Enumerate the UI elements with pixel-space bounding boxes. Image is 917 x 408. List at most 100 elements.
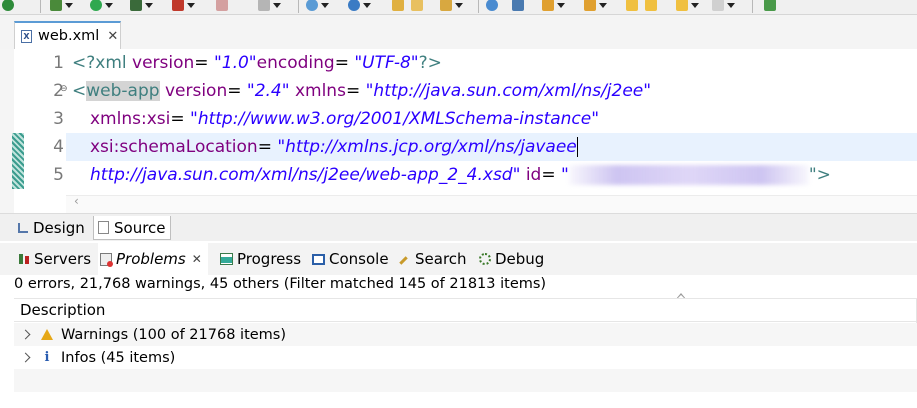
design-icon bbox=[18, 223, 28, 233]
tab-console[interactable]: Console bbox=[312, 243, 389, 275]
xml-file-icon: X bbox=[21, 29, 32, 43]
code-line-2: <web-app version= "2.4" xmlns= "http://j… bbox=[72, 77, 651, 105]
tab-progress[interactable]: Progress bbox=[220, 243, 301, 275]
chevron-down-icon[interactable] bbox=[105, 2, 113, 8]
code-line-1: <?xml version= "1.0"encoding= "UTF-8"?> bbox=[72, 49, 442, 77]
fold-collapse-icon[interactable]: ⊖ bbox=[60, 84, 68, 94]
chevron-down-icon[interactable] bbox=[187, 2, 195, 8]
run-icon bbox=[90, 0, 102, 11]
refresh-icon[interactable] bbox=[2, 0, 14, 11]
search-tool[interactable] bbox=[440, 0, 463, 13]
editor-tab-web-xml[interactable]: X web.xml ✕ bbox=[14, 21, 121, 49]
annotation-prev[interactable] bbox=[584, 0, 607, 13]
pin-tool[interactable] bbox=[512, 0, 524, 13]
tab-debug[interactable]: Debug bbox=[479, 243, 544, 275]
tab-design[interactable]: Design bbox=[14, 216, 89, 240]
attr-value: "1.0" bbox=[213, 53, 257, 73]
main-toolbar bbox=[0, 0, 917, 15]
problems-summary: 0 errors, 21,768 warnings, 45 others (Fi… bbox=[14, 276, 547, 292]
problems-panel: Servers Problems ✕ Progress Console Sear… bbox=[0, 243, 917, 408]
stop-tool[interactable] bbox=[216, 0, 228, 13]
debug-tool[interactable] bbox=[50, 0, 73, 13]
line-number: 5 bbox=[53, 165, 64, 185]
prev-annotation-icon bbox=[584, 0, 596, 11]
tab-console-label: Console bbox=[329, 250, 389, 268]
forward-arrow-icon bbox=[645, 0, 657, 11]
history-back[interactable] bbox=[676, 0, 699, 13]
toolbar-separator bbox=[478, 0, 479, 13]
chevron-down-icon[interactable] bbox=[273, 2, 281, 8]
tab-problems[interactable]: Problems ✕ bbox=[98, 243, 208, 275]
run-tool[interactable] bbox=[90, 0, 113, 13]
equals: = bbox=[541, 165, 556, 185]
toolbar-group-run[interactable] bbox=[2, 0, 14, 13]
flashlight-icon bbox=[440, 0, 452, 11]
forward-arrow-icon bbox=[712, 0, 724, 11]
equals: = bbox=[170, 109, 185, 129]
next-annotation-icon bbox=[542, 0, 554, 11]
new-class-icon bbox=[306, 0, 318, 11]
close-icon[interactable]: ✕ bbox=[107, 29, 118, 44]
open-type-tool[interactable] bbox=[392, 0, 423, 13]
line-number: 1 bbox=[53, 53, 64, 73]
attr-name: xmlns:xsi bbox=[90, 109, 171, 129]
line-number: 3 bbox=[53, 109, 64, 129]
tab-search-label: Search bbox=[415, 250, 467, 268]
attr-value: "2.4" bbox=[246, 81, 290, 101]
attr-name: version bbox=[132, 53, 195, 73]
coverage-icon bbox=[130, 0, 142, 11]
code-line-3: xmlns:xsi= "http://www.w3.org/2001/XMLSc… bbox=[90, 105, 599, 133]
equals: = bbox=[345, 81, 361, 101]
history-forward[interactable] bbox=[712, 0, 735, 13]
globe-icon bbox=[486, 0, 498, 11]
chevron-down-icon[interactable] bbox=[321, 2, 329, 8]
equals: = bbox=[334, 53, 349, 73]
row-label: Infos (45 items) bbox=[61, 349, 176, 366]
warning-icon bbox=[41, 329, 53, 340]
chevron-right-icon[interactable] bbox=[20, 329, 31, 340]
chevron-down-icon[interactable] bbox=[599, 2, 607, 8]
problem-category-warnings[interactable]: Warnings (100 of 21768 items) bbox=[14, 323, 917, 346]
external-tools[interactable] bbox=[172, 0, 195, 13]
chevron-down-icon[interactable] bbox=[455, 2, 463, 8]
xml-editor[interactable]: 1 2 3 4 5 ⊖ <?xml version= "1.0"encoding… bbox=[0, 49, 917, 213]
globe-tool[interactable] bbox=[486, 0, 498, 13]
editor-tabbar: X web.xml ✕ bbox=[0, 15, 917, 49]
external-tools-icon bbox=[172, 0, 184, 11]
column-header-description[interactable]: Description bbox=[14, 298, 917, 323]
close-icon[interactable]: ✕ bbox=[192, 252, 202, 266]
tab-design-label: Design bbox=[33, 219, 85, 237]
horizontal-scrollbar[interactable]: ‹ bbox=[66, 194, 917, 213]
debug-icon bbox=[479, 253, 491, 265]
chevron-left-icon[interactable]: ‹ bbox=[74, 194, 79, 208]
editor-mode-tabs: Design Source bbox=[0, 213, 917, 241]
chevron-down-icon[interactable] bbox=[363, 2, 371, 8]
deploy-tool[interactable] bbox=[258, 0, 281, 13]
annotation-next[interactable] bbox=[542, 0, 565, 13]
chevron-down-icon[interactable] bbox=[691, 2, 699, 8]
chevron-down-icon[interactable] bbox=[557, 2, 565, 8]
editor-tab-label: web.xml bbox=[38, 28, 100, 44]
chevron-down-icon[interactable] bbox=[727, 2, 735, 8]
progress-icon bbox=[220, 253, 233, 265]
folder-icon bbox=[392, 0, 404, 11]
open-perspective[interactable] bbox=[764, 0, 776, 13]
chevron-down-icon[interactable] bbox=[65, 2, 73, 8]
chevron-down-icon[interactable] bbox=[145, 2, 153, 8]
tag-name: web-app bbox=[86, 81, 160, 101]
coverage-tool[interactable] bbox=[130, 0, 153, 13]
tab-search[interactable]: Search bbox=[398, 243, 467, 275]
tab-problems-label: Problems bbox=[116, 250, 186, 268]
info-icon: i bbox=[44, 350, 50, 365]
folder-open-icon bbox=[411, 0, 423, 11]
new-web-tool[interactable] bbox=[348, 0, 371, 13]
problem-category-infos[interactable]: i Infos (45 items) bbox=[14, 346, 917, 369]
tab-servers[interactable]: Servers bbox=[18, 243, 91, 275]
perspective-icon bbox=[764, 0, 776, 11]
new-java-tool[interactable] bbox=[306, 0, 329, 13]
back-tool[interactable] bbox=[626, 0, 657, 13]
chevron-right-icon[interactable] bbox=[20, 352, 31, 363]
source-icon bbox=[98, 221, 109, 234]
tab-source[interactable]: Source bbox=[93, 216, 171, 240]
debug-icon bbox=[50, 0, 62, 11]
